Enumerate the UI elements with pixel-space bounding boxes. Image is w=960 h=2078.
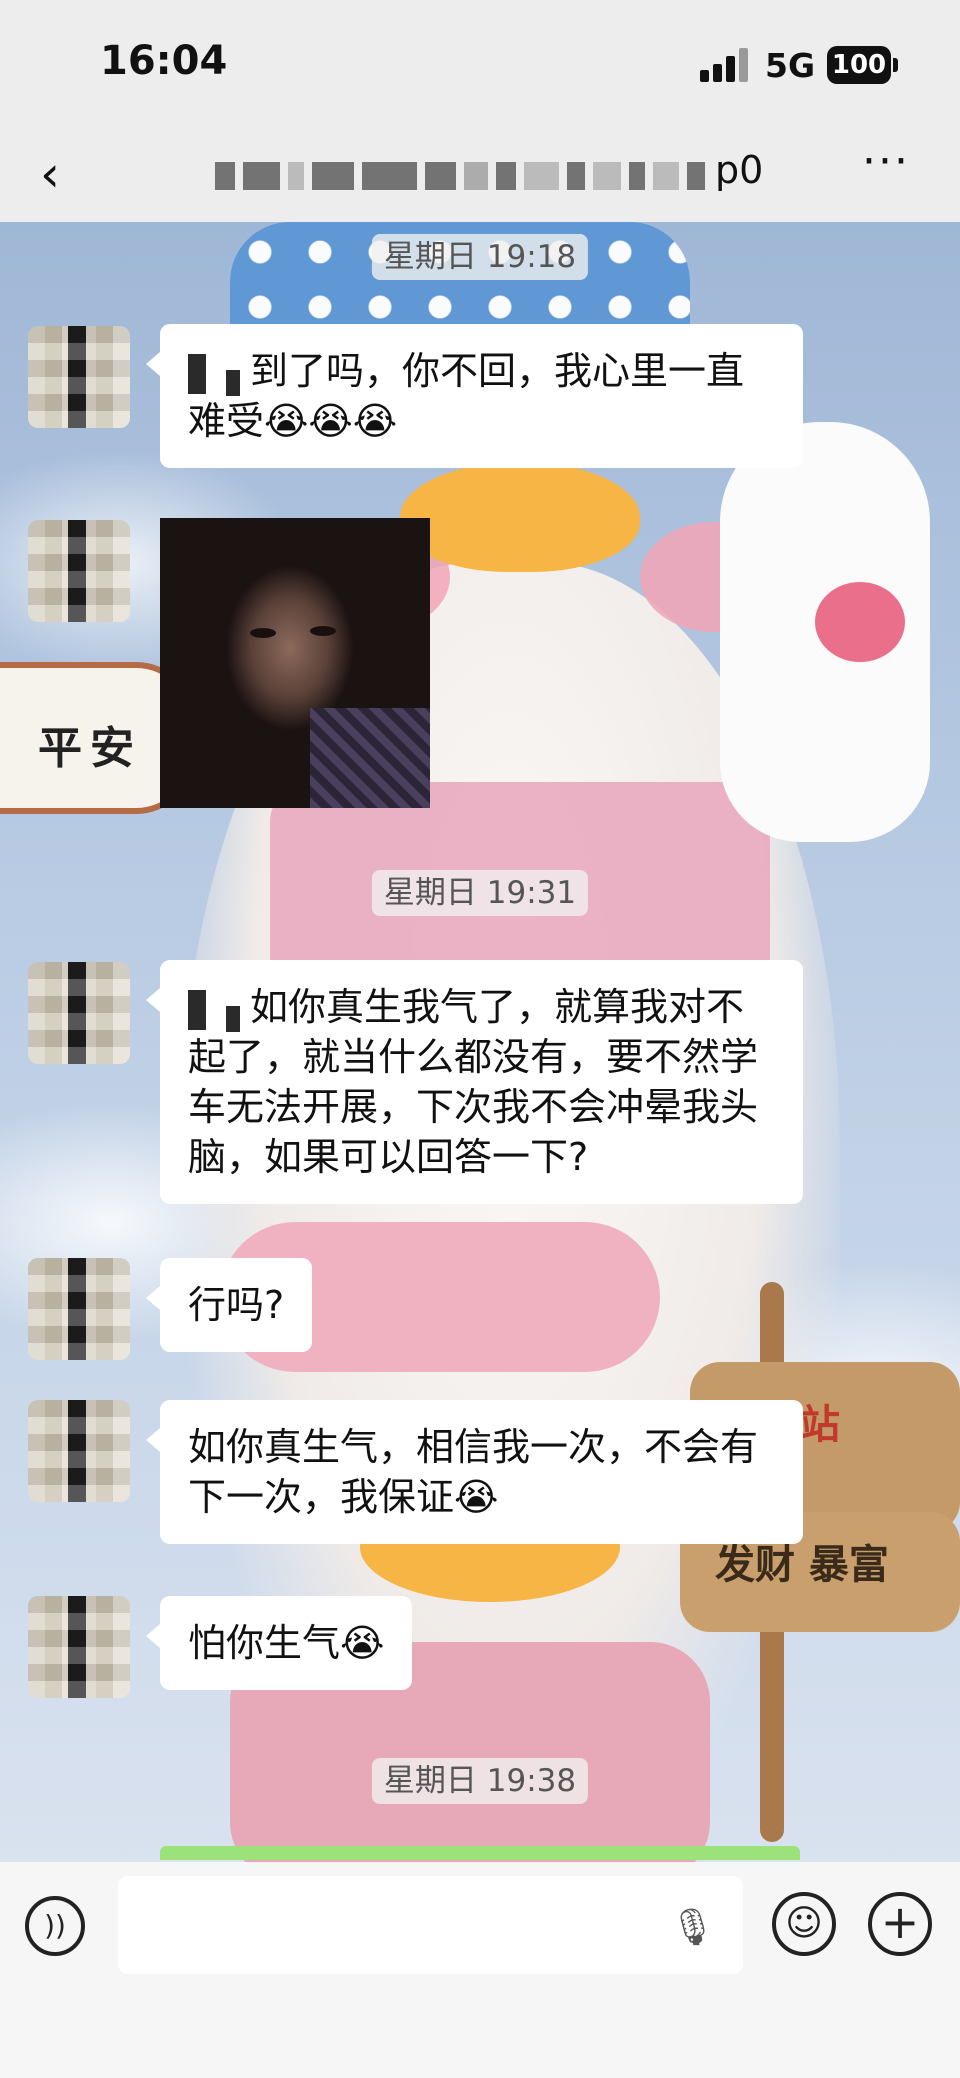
redacted-name [226,1006,240,1032]
contact-avatar[interactable] [28,520,130,622]
message-bubble[interactable]: 如你真生气，相信我一次，不会有下一次，我保证😭 [146,1400,803,1544]
timestamp: 星期日 19:31 [371,870,589,916]
plus-icon: + [880,1895,920,1949]
status-time: 16:04 [100,38,228,84]
wallpaper-heart [815,582,905,662]
voice-icon: )) [44,1909,66,1942]
more-button[interactable]: ··· [862,136,910,187]
chat-title-suffix: p0 [715,148,764,192]
redacted-chat-title [215,156,706,196]
back-button[interactable]: ‹ [40,144,100,204]
microphone-icon[interactable]: 🎙 [670,1906,716,1950]
contact-avatar[interactable] [28,1258,130,1360]
message-input[interactable] [118,1876,743,1974]
contact-avatar[interactable] [28,962,130,1064]
contact-avatar[interactable] [28,1596,130,1698]
redacted-name [226,370,240,396]
message-bubble[interactable]: 到了吗，你不回，我心里一直难受😭😭😭 [146,324,803,468]
wallpaper-beak [400,462,640,572]
message-bubble[interactable]: 如你真生我气了，就算我对不起了，就当什么都没有，要不然学车无法开展，下次我不会冲… [146,960,803,1204]
emoji-button[interactable]: ☺ [772,1892,836,1956]
image-detail [310,708,430,808]
plus-button[interactable]: + [868,1892,932,1956]
image-detail [250,628,276,638]
battery-tip [893,58,898,72]
outgoing-bubble-edge [160,1846,800,1860]
message-text: 如你真生我气了，就算我对不起了，就当什么都没有，要不然学车无法开展，下次我不会冲… [188,985,759,1179]
message-text: 行吗? [188,1283,285,1327]
voice-button[interactable]: )) [25,1896,85,1956]
status-bar: 16:04 5G 100 [0,0,960,128]
timestamp: 星期日 19:38 [371,1758,589,1804]
message-text: 怕你生气😭 [188,1621,385,1665]
signal-icon [700,48,756,82]
message-bubble[interactable]: 怕你生气😭 [145,1596,413,1690]
redacted-name [188,989,206,1030]
more-icon: ··· [862,136,910,187]
image-message[interactable] [160,518,430,808]
timestamp: 星期日 19:18 [371,234,589,280]
wallpaper-sign-left-text: 平安 [38,723,142,774]
message-bubble[interactable]: 行吗? [145,1258,313,1352]
network-type: 5G [765,46,816,85]
chat-header: ‹ p0 ··· [0,128,960,222]
redacted-name [188,353,206,394]
input-bar: )) 🎙 ☺ + [0,1862,960,2078]
battery-icon: 100 [827,46,891,84]
image-detail [310,626,336,636]
chevron-left-icon: ‹ [40,145,60,203]
message-text: 如你真生气，相信我一次，不会有下一次，我保证😭 [188,1425,759,1519]
emoji-icon: ☺ [785,1903,823,1944]
message-text: 到了吗，你不回，我心里一直难受😭😭😭 [188,349,745,443]
contact-avatar[interactable] [28,1400,130,1502]
contact-avatar[interactable] [28,326,130,428]
